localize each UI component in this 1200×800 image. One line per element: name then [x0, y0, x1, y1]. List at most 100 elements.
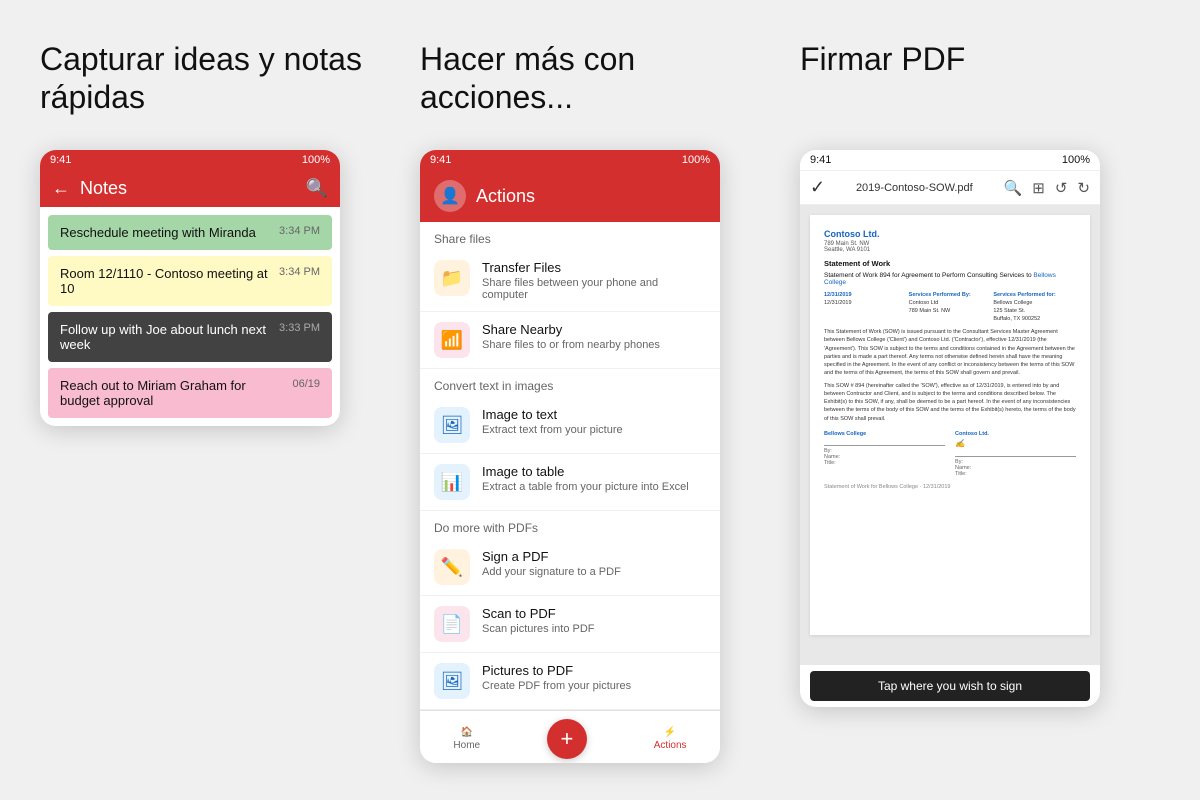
action-sign-pdf[interactable]: ✏️ Sign a PDF Add your signature to a PD… — [420, 539, 720, 596]
sign-pdf-icon: ✏️ — [434, 549, 470, 585]
action-text: Transfer Files Share files between your … — [482, 260, 706, 301]
pdf-toolbar-icons: 🔍 ⊞ ↺ ↻ — [1004, 179, 1090, 197]
action-pictures-to-pdf[interactable]: 🖼 Pictures to PDF Create PDF from your p… — [420, 653, 720, 710]
action-title: Share Nearby — [482, 322, 660, 337]
company-address: 789 Main St. NWSeattle, WA 9101 — [824, 241, 1076, 253]
notes-status-bar: 9:41 100% — [40, 150, 340, 170]
action-text: Pictures to PDF Create PDF from your pic… — [482, 663, 631, 692]
info-cell: 789 Main St. NW — [909, 308, 992, 314]
note-text: Reschedule meeting with Miranda — [60, 225, 271, 240]
info-cell: Contoso Ltd — [909, 300, 992, 306]
note-item[interactable]: Follow up with Joe about lunch next week… — [48, 312, 332, 362]
grid-icon[interactable]: ⊞ — [1032, 179, 1045, 197]
action-image-to-text[interactable]: 🖼 Image to text Extract text from your p… — [420, 397, 720, 454]
action-desc: Extract a table from your picture into E… — [482, 481, 689, 493]
sig-title-label-right: Title: — [955, 471, 1076, 477]
search-icon[interactable]: 🔍 — [1004, 179, 1023, 197]
bottom-bar-actions[interactable]: ⚡ Actions — [654, 727, 687, 751]
notes-battery: 100% — [302, 154, 330, 166]
note-time: 3:34 PM — [279, 266, 320, 278]
transfer-files-icon: 📁 — [434, 260, 470, 296]
action-text: Sign a PDF Add your signature to a PDF — [482, 549, 621, 578]
actions-label: Actions — [654, 740, 687, 751]
bottom-bar-home[interactable]: 🏠 Home — [453, 727, 480, 751]
info-cell: Bellows College — [993, 300, 1076, 306]
info-header: 12/31/2019 — [824, 292, 907, 298]
action-title: Transfer Files — [482, 260, 706, 275]
note-item[interactable]: Reschedule meeting with Miranda 3:34 PM — [48, 215, 332, 250]
sig-image-right: ✍ — [955, 439, 1076, 448]
sig-line-left — [824, 445, 945, 446]
tap-to-sign-banner[interactable]: Tap where you wish to sign — [810, 671, 1090, 701]
share-nearby-icon: 📶 — [434, 322, 470, 358]
sig-col-left: Bellows College By: Name: Title: — [824, 431, 945, 477]
panel-actions: Hacer más con acciones... 9:41 100% 👤 Ac… — [420, 40, 780, 763]
action-transfer-files[interactable]: 📁 Transfer Files Share files between you… — [420, 250, 720, 312]
action-desc: Extract text from your picture — [482, 424, 623, 436]
pdf-footer-text: Statement of Work for Bellows College · … — [824, 483, 1076, 491]
note-text: Follow up with Joe about lunch next week — [60, 322, 271, 352]
search-icon[interactable]: 🔍 — [306, 178, 328, 199]
section-header-share: Share files — [420, 222, 720, 250]
action-title: Image to table — [482, 464, 689, 479]
sig-col-right: Contoso Ltd. ✍ By: Name: Title: — [955, 431, 1076, 477]
body-text-2: This SOW # 894 (hereinafter called the '… — [824, 382, 1076, 423]
info-cell — [824, 308, 907, 314]
back-arrow-icon[interactable]: ← — [52, 178, 70, 199]
panel-notes: Capturar ideas y notas rápidas 9:41 100%… — [40, 40, 400, 426]
action-image-to-table[interactable]: 📊 Image to table Extract a table from yo… — [420, 454, 720, 511]
action-desc: Scan pictures into PDF — [482, 623, 595, 635]
section-header-convert: Convert text in images — [420, 369, 720, 397]
note-time: 3:34 PM — [279, 225, 320, 237]
action-text: Share Nearby Share files to or from near… — [482, 322, 660, 351]
sig-title-label-left: Title: — [824, 460, 945, 466]
fab-add-button[interactable]: + — [547, 719, 587, 759]
info-header: Services Performed for: — [993, 292, 1076, 298]
info-grid: 12/31/2019 Services Performed By: Servic… — [824, 292, 1076, 322]
action-desc: Share files between your phone and compu… — [482, 277, 706, 301]
scan-to-pdf-icon: 📄 — [434, 606, 470, 642]
pdf-document: Contoso Ltd. 789 Main St. NWSeattle, WA … — [810, 215, 1090, 635]
action-title: Sign a PDF — [482, 549, 621, 564]
pdf-filename: 2019-Contoso-SOW.pdf — [825, 182, 1003, 194]
action-scan-to-pdf[interactable]: 📄 Scan to PDF Scan pictures into PDF — [420, 596, 720, 653]
section-header-pdf: Do more with PDFs — [420, 511, 720, 539]
note-text: Reach out to Miriam Graham for budget ap… — [60, 378, 284, 408]
action-desc: Share files to or from nearby phones — [482, 339, 660, 351]
panel2-heading: Hacer más con acciones... — [420, 40, 780, 120]
image-to-table-icon: 📊 — [434, 464, 470, 500]
pdf-phone-mockup: 9:41 100% ✓ 2019-Contoso-SOW.pdf 🔍 ⊞ ↺ ↻… — [800, 150, 1100, 707]
notes-toolbar: ← Notes 🔍 — [40, 170, 340, 207]
sig-line-right — [955, 456, 1076, 457]
actions-icon: ⚡ — [664, 727, 676, 738]
avatar: 👤 — [434, 180, 466, 212]
action-text: Image to table Extract a table from your… — [482, 464, 689, 493]
note-item[interactable]: Room 12/1110 - Contoso meeting at 10 3:3… — [48, 256, 332, 306]
info-header: Services Performed By: — [909, 292, 992, 298]
image-to-text-icon: 🖼 — [434, 407, 470, 443]
notes-title: Notes — [80, 178, 296, 199]
actions-content: Share files 📁 Transfer Files Share files… — [420, 222, 720, 710]
action-share-nearby[interactable]: 📶 Share Nearby Share files to or from ne… — [420, 312, 720, 369]
action-desc: Add your signature to a PDF — [482, 566, 621, 578]
actions-battery: 100% — [682, 154, 710, 166]
body-text-1: This Statement of Work (SOW) is issued p… — [824, 328, 1076, 378]
redo-icon[interactable]: ↻ — [1077, 179, 1090, 197]
pdf-status-bar: 9:41 100% — [800, 150, 1100, 171]
pictures-to-pdf-icon: 🖼 — [434, 663, 470, 699]
note-item[interactable]: Reach out to Miriam Graham for budget ap… — [48, 368, 332, 418]
checkmark-icon[interactable]: ✓ — [810, 177, 825, 198]
sow-subtitle: Statement of Work 894 for Agreement to P… — [824, 272, 1076, 286]
actions-time: 9:41 — [430, 154, 451, 166]
company-name: Contoso Ltd. — [824, 229, 1076, 239]
info-cell: Buffalo, TX 900252 — [993, 316, 1076, 322]
info-cell: 12/31/2019 — [824, 300, 907, 306]
pdf-battery: 100% — [1062, 154, 1090, 166]
action-text: Scan to PDF Scan pictures into PDF — [482, 606, 595, 635]
undo-icon[interactable]: ↺ — [1055, 179, 1068, 197]
sig-label-right: Contoso Ltd. — [955, 431, 1076, 437]
note-time: 3:33 PM — [279, 322, 320, 334]
action-title: Scan to PDF — [482, 606, 595, 621]
sig-label-left: Bellows College — [824, 431, 945, 437]
pdf-time: 9:41 — [810, 154, 831, 166]
